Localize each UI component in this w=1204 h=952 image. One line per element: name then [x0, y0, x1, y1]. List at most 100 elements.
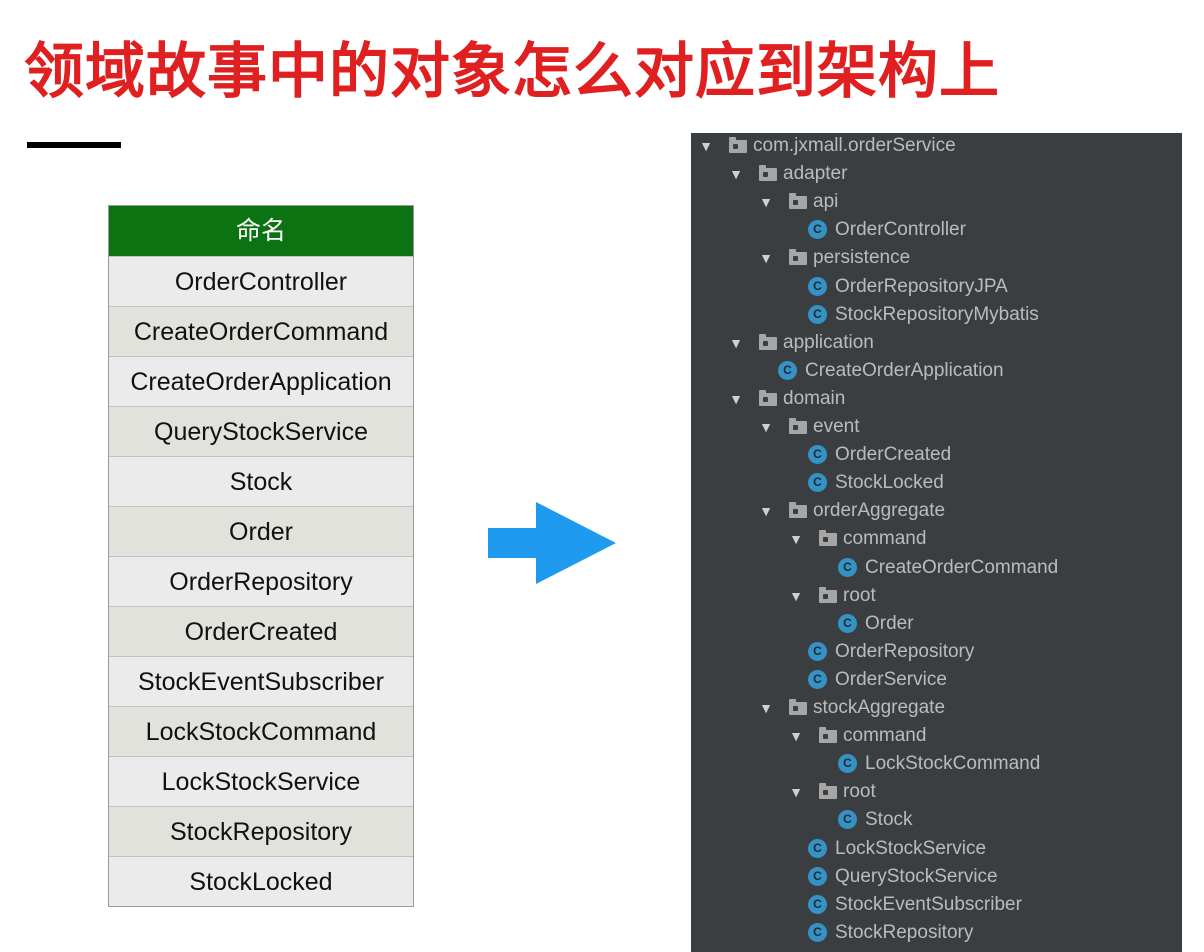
naming-table-row: LockStockService	[109, 756, 413, 806]
tree-item-label: StockEventSubscriber	[835, 893, 1022, 915]
class-c-icon: C	[808, 445, 827, 465]
tree-package-row[interactable]: ▼ root	[691, 778, 1182, 806]
tree-class-row[interactable]: C Order	[691, 610, 1182, 638]
class-c-icon: C	[808, 220, 827, 240]
folder-icon	[759, 165, 777, 182]
naming-table-row: StockRepository	[109, 806, 413, 856]
tree-package-row[interactable]: ▼ adapter	[691, 160, 1182, 188]
folder-icon	[729, 137, 747, 153]
folder-icon	[789, 249, 807, 266]
tree-package-row[interactable]: ▼ root	[691, 582, 1182, 610]
tree-package-row[interactable]: ▼ event	[691, 413, 1182, 441]
class-c-icon: C	[838, 557, 857, 577]
naming-table-row: Stock	[109, 456, 413, 506]
tree-item-label: StockRepository	[835, 921, 974, 943]
tree-item-label: com.jxmall.orderService	[753, 135, 956, 156]
tree-item-label: orderAggregate	[813, 500, 946, 522]
triangle-down-icon[interactable]: ▼	[729, 160, 743, 188]
triangle-down-icon[interactable]: ▼	[759, 188, 773, 216]
naming-table-row: CreateOrderCommand	[109, 306, 413, 356]
slide-title: 领域故事中的对象怎么对应到架构上	[24, 37, 1000, 107]
tree-class-row[interactable]: C StockLocked	[691, 469, 1182, 497]
tree-package-row[interactable]: ▼ api	[691, 188, 1182, 216]
tree-item-label: command	[843, 725, 927, 747]
folder-icon	[819, 530, 837, 547]
tree-package-row[interactable]: ▼ com.jxmall.orderService	[691, 133, 1182, 160]
tree-item-label: CreateOrderApplication	[805, 359, 1004, 381]
triangle-down-icon[interactable]: ▼	[789, 582, 803, 610]
tree-package-row[interactable]: ▼ stockAggregate	[691, 694, 1182, 722]
tree-item-label: stockAggregate	[813, 697, 946, 718]
naming-table-row: OrderController	[109, 256, 413, 306]
tree-package-row[interactable]: ▼ command	[691, 525, 1182, 553]
folder-icon	[789, 502, 807, 519]
class-c-icon: C	[808, 894, 827, 914]
class-c-icon: C	[838, 613, 857, 633]
project-tree-panel[interactable]: ▼ com.jxmall.orderService ▼ adapter ▼ api C Ord…	[691, 133, 1182, 952]
tree-class-row[interactable]: C StockRepository	[691, 919, 1182, 947]
tree-class-row[interactable]: C CreateOrderApplication	[691, 357, 1182, 385]
tree-class-row[interactable]: C OrderRepository	[691, 638, 1182, 666]
triangle-down-icon[interactable]: ▼	[759, 244, 773, 272]
class-c-icon: C	[838, 754, 857, 774]
naming-table-row: QueryStockService	[109, 406, 413, 456]
tree-class-row[interactable]: C OrderController	[691, 216, 1182, 244]
tree-package-row[interactable]: ▼ orderAggregate	[691, 497, 1182, 525]
naming-table: 命名 OrderController CreateOrderCommand Crea…	[108, 205, 414, 907]
class-c-icon: C	[808, 473, 827, 493]
tree-item-label: LockStockService	[835, 837, 987, 859]
tree-item-label: StockLocked	[835, 472, 944, 494]
triangle-down-icon[interactable]: ▼	[759, 413, 773, 441]
tree-item-label: root	[843, 584, 876, 606]
triangle-down-icon[interactable]: ▼	[759, 497, 773, 525]
triangle-down-icon[interactable]: ▼	[729, 329, 743, 357]
naming-table-row: LockStockCommand	[109, 706, 413, 756]
class-c-icon: C	[808, 669, 827, 689]
tree-item-label: OrderController	[835, 219, 966, 241]
title-underline	[27, 142, 121, 148]
tree-item-label: api	[813, 191, 839, 213]
triangle-down-icon[interactable]: ▼	[789, 778, 803, 806]
tree-item-label: OrderRepository	[835, 640, 975, 662]
tree-item-label: QueryStockService	[835, 865, 998, 887]
triangle-down-icon[interactable]: ▼	[789, 722, 803, 750]
naming-table-header: 命名	[109, 206, 413, 256]
folder-icon	[759, 389, 777, 406]
folder-icon	[759, 333, 777, 350]
tree-package-row[interactable]: ▼ command	[691, 722, 1182, 750]
tree-class-row[interactable]: C OrderService	[691, 666, 1182, 694]
naming-table-row: StockLocked	[109, 856, 413, 906]
class-c-icon: C	[808, 276, 827, 296]
class-c-icon: C	[808, 304, 827, 324]
tree-class-row[interactable]: C Stock	[691, 806, 1182, 834]
tree-class-row[interactable]: C LockStockService	[691, 835, 1182, 863]
tree-class-row[interactable]: C StockRepositoryMybatis	[691, 301, 1182, 329]
triangle-down-icon[interactable]: ▼	[699, 133, 713, 160]
triangle-down-icon[interactable]: ▼	[759, 694, 773, 722]
naming-table-row: Order	[109, 506, 413, 556]
tree-item-label: StockRepositoryMybatis	[835, 303, 1039, 325]
tree-class-row[interactable]: C OrderRepositoryJPA	[691, 273, 1182, 301]
tree-class-row[interactable]: C OrderCreated	[691, 441, 1182, 469]
tree-item-label: persistence	[813, 247, 911, 269]
naming-table-row: OrderCreated	[109, 606, 413, 656]
tree-item-label: OrderCreated	[835, 444, 952, 466]
naming-table-body: OrderController CreateOrderCommand CreateO…	[109, 256, 413, 906]
tree-package-row[interactable]: ▼ application	[691, 329, 1182, 357]
triangle-down-icon[interactable]: ▼	[729, 385, 743, 413]
tree-class-row[interactable]: C QueryStockService	[691, 863, 1182, 891]
naming-table-row: CreateOrderApplication	[109, 356, 413, 406]
tree-item-label: CreateOrderCommand	[865, 556, 1059, 578]
class-c-icon: C	[838, 810, 857, 830]
naming-table-row: StockEventSubscriber	[109, 656, 413, 706]
tree-class-row[interactable]: C StockEventSubscriber	[691, 891, 1182, 919]
tree-class-row[interactable]: C LockStockCommand	[691, 750, 1182, 778]
tree-package-row[interactable]: ▼ persistence	[691, 244, 1182, 272]
tree-item-label: command	[843, 528, 927, 550]
tree-item-label: event	[813, 416, 860, 437]
triangle-down-icon[interactable]: ▼	[789, 525, 803, 553]
tree-item-label: LockStockCommand	[865, 753, 1041, 775]
right-arrow-shape	[488, 502, 616, 584]
tree-class-row[interactable]: C CreateOrderCommand	[691, 554, 1182, 582]
tree-package-row[interactable]: ▼ domain	[691, 385, 1182, 413]
